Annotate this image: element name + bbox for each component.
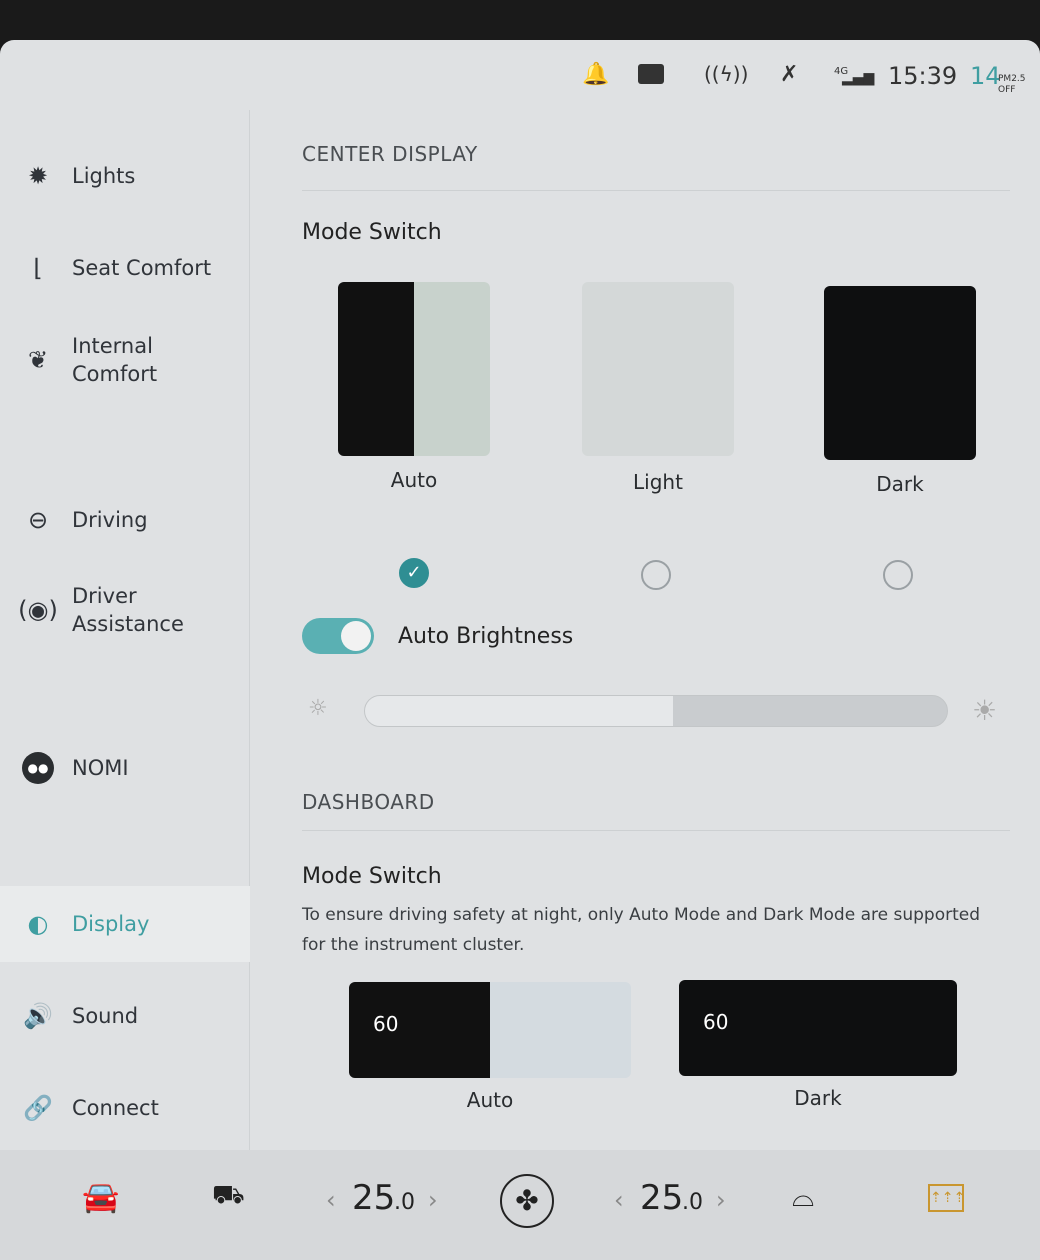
right-temp-decimal: .0 [682,1190,703,1215]
bluetooth-off-icon[interactable]: ✗ [780,62,798,87]
center-mode-title: Mode Switch [302,220,442,245]
auto-brightness-label: Auto Brightness [398,624,574,649]
brightness-high-icon: ☀ [972,694,998,727]
sidebar-item-sound[interactable]: 🔊 Sound [0,996,250,1036]
sidebar-item-label: Driving [72,508,148,532]
pm25-value[interactable]: 14 [970,62,1001,90]
sidebar-item-label: Seat Comfort [72,256,212,280]
clock: 15:39 [888,62,958,90]
radio-auto-selected[interactable]: ✓ [399,558,429,588]
speaker-icon: 🔊 [23,1002,53,1030]
sidebar-item-label: Internal Comfort [72,334,158,386]
pm25-state: OFF [998,85,1016,95]
left-temp: 25 [352,1178,396,1218]
sidebar-item-driver-assistance[interactable]: (◉) Driver Assistance [0,580,250,640]
section-dashboard: DASHBOARD [302,790,435,814]
sidebar-item-nomi[interactable]: ●● NOMI [0,748,250,788]
dashboard-mode-title: Mode Switch [302,864,442,889]
right-temp: 25 [640,1178,684,1218]
nomi-icon: ●● [22,752,54,784]
preview-speed: 60 [373,1012,399,1036]
light-mode-preview[interactable] [582,282,734,456]
section-center-display: CENTER DISPLAY [302,142,478,166]
car-front-icon[interactable]: 🚘 [82,1180,119,1215]
sidebar-item-label: Lights [72,164,136,188]
sidebar-item-seat-comfort[interactable]: ⌊ Seat Comfort [0,248,250,288]
front-defrost-icon[interactable]: ⌓ [792,1180,814,1214]
radio-dark[interactable] [883,560,913,590]
dashboard-dark-preview[interactable]: 60 [679,980,957,1076]
dark-mode-preview[interactable] [824,286,976,460]
rear-defrost-icon[interactable]: ⇡⇡⇡ [928,1184,965,1212]
leaf-icon: ❦ [27,346,49,374]
right-temp-decrease[interactable]: ‹ [614,1186,624,1214]
status-bar: 🔔 ((ϟ)) ✗ 4G ▂▄▆ 15:39 14 PM2.5 OFF [0,40,1040,110]
pm25-label: PM2.5 [998,74,1026,84]
mode-label-dark: Dark [876,472,924,496]
vehicle-icon[interactable]: ⛟ [212,1180,245,1214]
sidebar: ✹ Lights ⌊ Seat Comfort ❦ Internal Comfort … [0,110,250,1150]
dashboard-description: To ensure driving safety at night, only … [302,905,980,955]
left-temp-decimal: .0 [394,1190,415,1215]
fan-icon[interactable]: ✤ [500,1174,554,1228]
dashcam-icon[interactable] [638,64,664,84]
sidebar-item-label: Connect [72,1096,159,1120]
left-temp-decrease[interactable]: ‹ [326,1186,336,1214]
sidebar-item-label: Display [72,912,150,936]
screen: 🔔 ((ϟ)) ✗ 4G ▂▄▆ 15:39 14 PM2.5 OFF ✹ Lig… [0,40,1040,1260]
brightness-low-icon: ☼ [308,696,328,721]
sidebar-item-label: Driver Assistance [72,584,184,636]
divider [302,190,1010,191]
preview-speed: 60 [703,1010,729,1034]
sidebar-item-label: NOMI [72,756,129,780]
sidebar-item-connect[interactable]: 🔗 Connect [0,1088,250,1128]
link-icon: 🔗 [23,1094,53,1122]
driver-assist-icon: (◉) [18,596,58,624]
right-temp-increase[interactable]: › [716,1186,726,1214]
radio-light[interactable] [641,560,671,590]
dashboard-label-dark: Dark [794,1086,842,1110]
sidebar-item-lights[interactable]: ✹ Lights [0,156,250,196]
brightness-slider-fill [365,696,674,726]
divider [302,830,1010,831]
seat-icon: ⌊ [33,254,43,282]
mode-label-light: Light [633,470,683,494]
steering-wheel-icon: ⊖ [27,506,49,534]
sidebar-item-display[interactable]: ◐ Display [0,886,250,962]
left-temp-increase[interactable]: › [428,1186,438,1214]
wireless-charging-icon[interactable]: ((ϟ)) [704,62,748,86]
light-icon: ✹ [27,162,49,190]
sidebar-item-driving[interactable]: ⊖ Driving [0,500,250,540]
dashboard-auto-preview[interactable]: 60 [349,982,631,1078]
auto-brightness-toggle[interactable] [302,618,374,654]
auto-mode-preview[interactable] [338,282,490,456]
signal-icon: ▂▄▆ [842,70,875,86]
mode-label-auto: Auto [390,468,438,492]
notification-bell-icon[interactable]: 🔔 [582,62,609,87]
sidebar-item-internal-comfort[interactable]: ❦ Internal Comfort [0,330,250,390]
brightness-slider[interactable] [364,695,948,727]
sidebar-item-label: Sound [72,1004,139,1028]
dashboard-label-auto: Auto [466,1088,514,1112]
display-icon: ◐ [27,910,49,938]
climate-bar: 🚘 ⛟ ‹ 25 .0 › ✤ ‹ 25 .0 › ⌓ ⇡⇡⇡ [0,1150,1040,1260]
